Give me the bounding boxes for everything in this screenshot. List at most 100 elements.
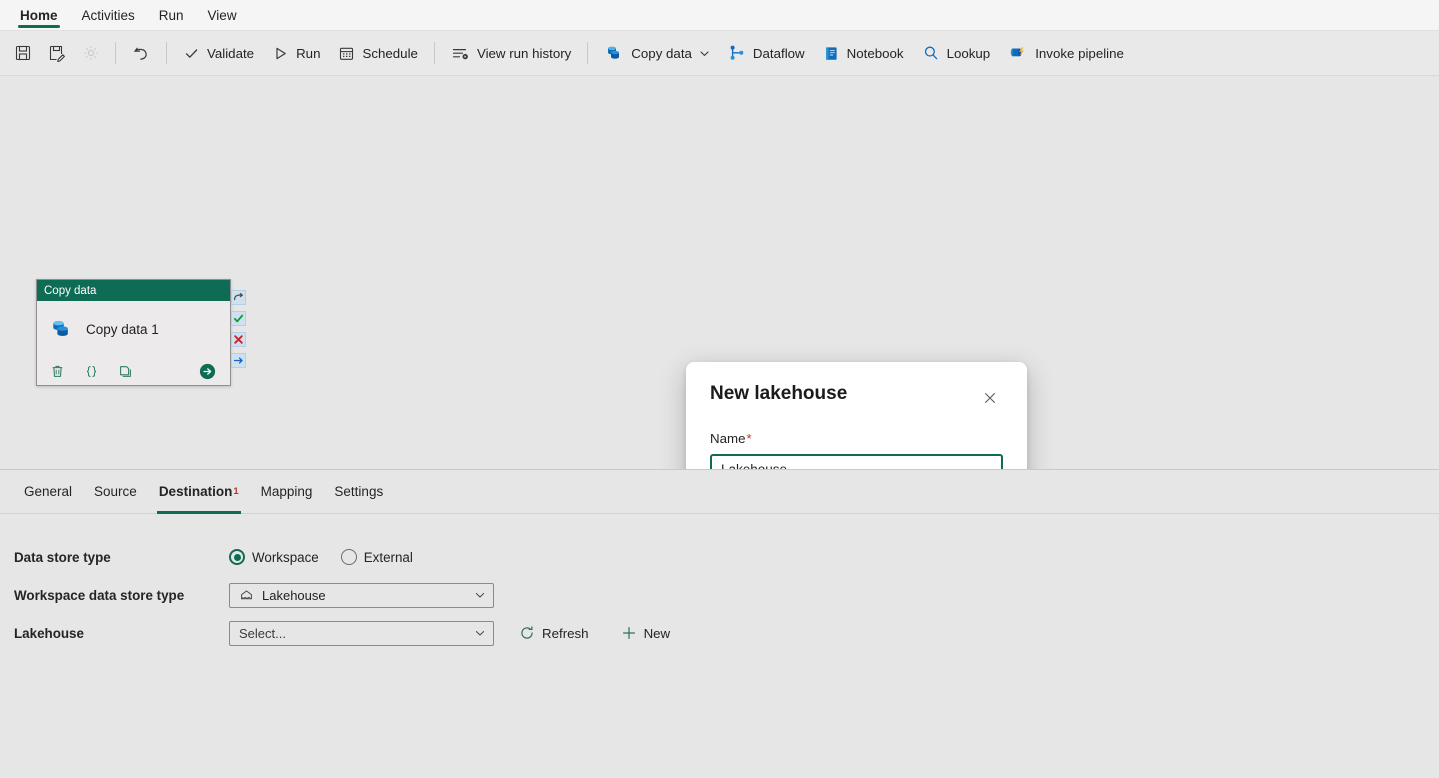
dataflow-button[interactable]: Dataflow	[719, 37, 814, 69]
tab-source[interactable]: Source	[83, 470, 148, 514]
run-label: Run	[296, 45, 321, 61]
run-arrow-icon[interactable]	[198, 362, 217, 381]
refresh-icon	[519, 625, 535, 641]
pipeline-canvas[interactable]: Copy data Copy data 1 New lakehouse Name…	[0, 76, 1439, 469]
name-label-text: Name	[710, 431, 746, 446]
settings-button[interactable]	[74, 37, 108, 69]
chevron-down-icon[interactable]	[699, 48, 710, 59]
refresh-button[interactable]: Refresh	[512, 621, 596, 645]
lakehouse-row: Lakehouse Select... Refresh New	[14, 614, 1439, 652]
tab-destination-badge: 1	[233, 486, 239, 497]
chevron-down-icon	[474, 589, 486, 601]
view-run-history-button[interactable]: View run history	[442, 37, 580, 69]
dialog-title: New lakehouse	[710, 383, 848, 404]
radio-external-label: External	[363, 549, 413, 565]
checkmark-icon	[183, 45, 200, 62]
ribbon-tab-view[interactable]: View	[196, 0, 249, 30]
radio-workspace-label: Workspace	[252, 549, 319, 565]
run-button[interactable]: Run	[263, 37, 329, 69]
node-connector-badges	[231, 290, 246, 368]
on-completion-icon[interactable]	[231, 290, 246, 305]
copy-data-label: Copy data	[631, 45, 692, 61]
undo-button[interactable]	[123, 37, 159, 69]
copy-data-button[interactable]: Copy data	[595, 37, 719, 69]
workspace-data-store-type-value: Lakehouse	[262, 587, 326, 603]
tab-mapping-label: Mapping	[260, 484, 313, 499]
lakehouse-label: Lakehouse	[14, 625, 84, 641]
on-skip-icon[interactable]	[231, 353, 246, 368]
workspace-data-store-type-row: Workspace data store type Lakehouse	[14, 576, 1439, 614]
lakehouse-dropdown[interactable]: Select...	[229, 620, 494, 646]
destination-form: Data store type Workspace External Works…	[0, 514, 1439, 652]
close-icon[interactable]	[977, 385, 1003, 411]
radio-external[interactable]: External	[340, 549, 413, 565]
required-asterisk: *	[746, 431, 752, 446]
workspace-data-store-type-dropdown[interactable]: Lakehouse	[229, 582, 494, 608]
tab-destination-label: Destination	[158, 484, 233, 499]
ribbon-tab-bar: Home Activities Run View	[0, 0, 1439, 31]
delete-icon[interactable]	[50, 364, 65, 379]
schedule-button[interactable]: Schedule	[329, 37, 426, 69]
on-success-icon[interactable]	[231, 311, 246, 326]
node-header-label: Copy data	[44, 284, 97, 297]
ribbon-tab-run[interactable]: Run	[147, 0, 196, 30]
calendar-icon	[338, 45, 355, 62]
dataflow-label: Dataflow	[752, 45, 805, 61]
notebook-icon	[823, 45, 840, 62]
dataflow-icon	[728, 44, 746, 62]
chevron-down-icon	[474, 627, 486, 639]
tab-general-label: General	[24, 484, 73, 499]
modal-layer: New lakehouse Name* Create Cancel	[0, 76, 1439, 469]
validate-button[interactable]: Validate	[174, 37, 263, 69]
run-history-icon	[451, 45, 470, 62]
lookup-button[interactable]: Lookup	[913, 37, 1000, 69]
ribbon-tab-activities-label: Activities	[81, 7, 135, 23]
node-header: Copy data	[37, 280, 230, 301]
duplicate-icon[interactable]	[118, 364, 133, 379]
copy-data-icon	[604, 44, 624, 62]
lookup-label: Lookup	[946, 45, 991, 61]
save-icon	[14, 44, 32, 62]
copy-data-activity-node[interactable]: Copy data Copy data 1	[36, 279, 231, 386]
invoke-pipeline-label: Invoke pipeline	[1035, 45, 1124, 61]
node-title: Copy data 1	[86, 321, 159, 337]
radio-workspace-mark	[229, 549, 245, 565]
tab-general[interactable]: General	[13, 470, 83, 514]
tab-mapping[interactable]: Mapping	[250, 470, 324, 514]
validate-label: Validate	[207, 45, 255, 61]
node-body: Copy data 1	[37, 301, 230, 357]
workspace-data-store-type-label: Workspace data store type	[14, 587, 185, 603]
view-run-history-label: View run history	[476, 45, 572, 61]
radio-workspace[interactable]: Workspace	[229, 549, 319, 565]
undo-icon	[131, 43, 151, 63]
ribbon-tab-activities[interactable]: Activities	[70, 0, 147, 30]
data-store-type-radio-group: Workspace External	[229, 549, 413, 565]
notebook-button[interactable]: Notebook	[814, 37, 913, 69]
new-label: New	[643, 625, 671, 641]
ribbon-tab-run-label: Run	[158, 7, 184, 23]
invoke-pipeline-button[interactable]: Invoke pipeline	[999, 37, 1133, 69]
toolbar-separator-2	[166, 42, 167, 64]
tab-destination[interactable]: Destination 1	[148, 470, 250, 514]
code-braces-icon[interactable]	[84, 364, 99, 379]
lakehouse-dropdown-value: Select...	[239, 625, 286, 641]
copy-data-node-icon	[49, 317, 75, 341]
save-as-button[interactable]	[40, 37, 74, 69]
radio-external-mark	[340, 549, 357, 565]
activity-properties-panel: General Source Destination 1 Mapping Sett…	[0, 469, 1439, 778]
on-failure-icon[interactable]	[231, 332, 246, 347]
toolbar-separator-3	[433, 42, 435, 64]
toolbar-separator-1	[115, 42, 116, 64]
tab-source-label: Source	[94, 484, 137, 499]
data-store-type-label: Data store type	[14, 549, 111, 565]
plus-icon	[621, 625, 637, 641]
data-store-type-row: Data store type Workspace External	[14, 538, 1439, 576]
save-button[interactable]	[6, 37, 40, 69]
lakehouse-name-input[interactable]	[710, 454, 1003, 469]
invoke-pipeline-icon	[1008, 44, 1028, 62]
gear-icon	[82, 44, 100, 62]
new-lakehouse-button[interactable]: New	[614, 621, 678, 645]
tab-settings[interactable]: Settings	[323, 470, 394, 514]
ribbon-tab-home[interactable]: Home	[8, 0, 70, 30]
toolbar-separator-4	[587, 42, 589, 64]
